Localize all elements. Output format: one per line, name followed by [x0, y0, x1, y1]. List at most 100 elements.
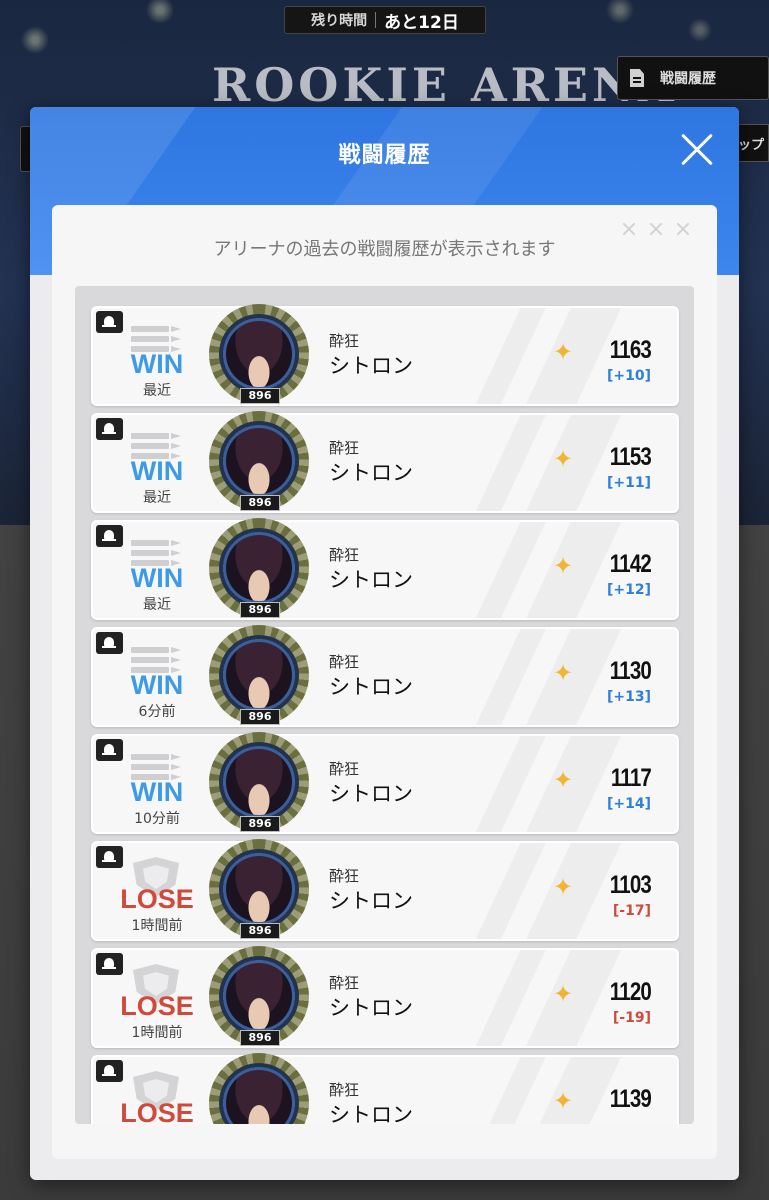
battle-result: LOSE — [120, 991, 194, 1021]
battle-list-scroll[interactable]: WIN 最近 896 酔狂 シトロン ✦ 1163 [+10] WIN 最近 8… — [75, 286, 694, 1124]
replay-icon[interactable] — [96, 1060, 123, 1082]
opponent-level: 896 — [240, 709, 280, 725]
close-icon[interactable] — [680, 133, 714, 167]
document-icon — [630, 69, 644, 87]
battle-result: WIN — [130, 670, 184, 700]
opponent-title: 酔狂 — [329, 653, 360, 671]
score-change: [+12] — [606, 582, 651, 598]
opponent-avatar: 896 — [207, 623, 311, 727]
battle-row[interactable]: LOSE 1時間前 896 酔狂 シトロン ✦ 1103 [-17] — [91, 839, 679, 941]
opponent-avatar: 896 — [207, 302, 311, 406]
opponent-level: 896 — [240, 816, 280, 832]
opponent-level: 896 — [240, 602, 280, 618]
remaining-time-badge: 残り時間 あと12日 — [284, 6, 486, 34]
score-change: [+10] — [606, 368, 651, 384]
replay-icon[interactable] — [96, 311, 123, 333]
battle-row[interactable]: WIN 最近 896 酔狂 シトロン ✦ 1153 [+11] — [91, 411, 679, 513]
battle-history-button-label: 戦闘履歴 — [660, 71, 716, 87]
score-change: [+14] — [606, 796, 651, 812]
score-change: [+11] — [606, 475, 651, 491]
content-panel: アリーナの過去の戦闘履歴が表示されます WIN 最近 896 酔狂 シトロン ✦… — [52, 205, 717, 1159]
opponent-title: 酔狂 — [329, 867, 360, 885]
opponent-title: 酔狂 — [329, 1081, 360, 1099]
battle-result: WIN — [130, 349, 184, 379]
replay-icon[interactable] — [96, 632, 123, 654]
replay-icon[interactable] — [96, 953, 123, 975]
battle-history-button[interactable]: 戦闘履歴 — [617, 56, 769, 100]
opponent-name: シトロン — [329, 568, 413, 592]
arena-score: 1120 — [609, 978, 652, 1006]
arena-score: 1142 — [609, 550, 652, 578]
score-change: [-17] — [612, 903, 651, 919]
opponent-title: 酔狂 — [329, 439, 360, 457]
battle-result: LOSE — [120, 884, 194, 914]
remaining-time-label: 残り時間 — [311, 13, 368, 29]
battle-result: WIN — [130, 563, 184, 593]
battle-result: WIN — [130, 777, 184, 807]
arena-score: 1130 — [609, 657, 652, 685]
opponent-title: 酔狂 — [329, 974, 360, 992]
character-portrait — [226, 642, 292, 708]
opponent-name: シトロン — [329, 889, 413, 913]
character-portrait — [226, 535, 292, 601]
battle-row[interactable]: WIN 6分前 896 酔狂 シトロン ✦ 1130 [+13] — [91, 625, 679, 727]
arena-score: 1117 — [610, 764, 652, 792]
battle-time: 1時間前 — [131, 1025, 183, 1041]
opponent-avatar: 896 — [207, 944, 311, 1048]
star-icon: ✦ — [552, 766, 574, 794]
battle-history-modal: 戦闘履歴 アリーナの過去の戦闘履歴が表示されます WIN 最近 896 酔狂 シ… — [30, 107, 739, 1180]
character-portrait — [226, 321, 292, 387]
star-icon: ✦ — [552, 445, 574, 473]
arena-score: 1163 — [609, 336, 652, 364]
opponent-avatar: 896 — [207, 409, 311, 513]
opponent-level: 896 — [240, 388, 280, 404]
character-portrait — [226, 749, 292, 815]
right-side-button[interactable]: ップ — [738, 124, 769, 162]
battle-row[interactable]: LOSE 酔狂 シトロン ✦ 1139 — [91, 1053, 679, 1124]
character-portrait — [226, 856, 292, 922]
arena-title: ROOKIE ARENA — [212, 58, 678, 112]
remaining-time-value: あと12日 — [384, 12, 459, 33]
battle-row[interactable]: LOSE 1時間前 896 酔狂 シトロン ✦ 1120 [-19] — [91, 946, 679, 1048]
panel-subtitle: アリーナの過去の戦闘履歴が表示されます — [213, 239, 556, 260]
opponent-name: シトロン — [329, 461, 413, 485]
right-side-button-label: ップ — [738, 137, 765, 153]
score-change: [+13] — [606, 689, 651, 705]
opponent-title: 酔狂 — [329, 546, 360, 564]
replay-icon[interactable] — [96, 846, 123, 868]
arena-score: 1139 — [609, 1085, 652, 1113]
opponent-name: シトロン — [329, 996, 413, 1020]
opponent-title: 酔狂 — [329, 332, 360, 350]
replay-icon[interactable] — [96, 418, 123, 440]
opponent-level: 896 — [240, 1030, 280, 1046]
battle-row[interactable]: WIN 最近 896 酔狂 シトロン ✦ 1163 [+10] — [91, 304, 679, 406]
star-icon: ✦ — [552, 552, 574, 580]
modal-title: 戦闘履歴 — [338, 143, 431, 168]
character-portrait — [226, 428, 292, 494]
battle-time: 最近 — [143, 490, 171, 506]
battle-result: LOSE — [120, 1098, 194, 1124]
score-change: [-19] — [612, 1010, 651, 1026]
arena-score: 1153 — [609, 443, 652, 471]
opponent-level: 896 — [240, 495, 280, 511]
battle-time: 6分前 — [138, 704, 176, 720]
battle-result: WIN — [130, 456, 184, 486]
star-icon: ✦ — [552, 1087, 574, 1115]
opponent-name: シトロン — [329, 1103, 413, 1124]
character-portrait — [226, 963, 292, 1029]
opponent-name: シトロン — [329, 675, 413, 699]
replay-icon[interactable] — [96, 739, 123, 761]
opponent-avatar — [207, 1051, 311, 1124]
opponent-avatar: 896 — [207, 730, 311, 834]
battle-row[interactable]: WIN 最近 896 酔狂 シトロン ✦ 1142 [+12] — [91, 518, 679, 620]
replay-icon[interactable] — [96, 525, 123, 547]
battle-row[interactable]: WIN 10分前 896 酔狂 シトロン ✦ 1117 [+14] — [91, 732, 679, 834]
opponent-avatar: 896 — [207, 837, 311, 941]
divider — [375, 12, 377, 28]
opponent-avatar: 896 — [207, 516, 311, 620]
star-icon: ✦ — [552, 980, 574, 1008]
opponent-name: シトロン — [329, 354, 413, 378]
battle-time: 1時間前 — [131, 918, 183, 934]
battle-time: 最近 — [143, 597, 171, 613]
arena-score: 1103 — [609, 871, 652, 899]
